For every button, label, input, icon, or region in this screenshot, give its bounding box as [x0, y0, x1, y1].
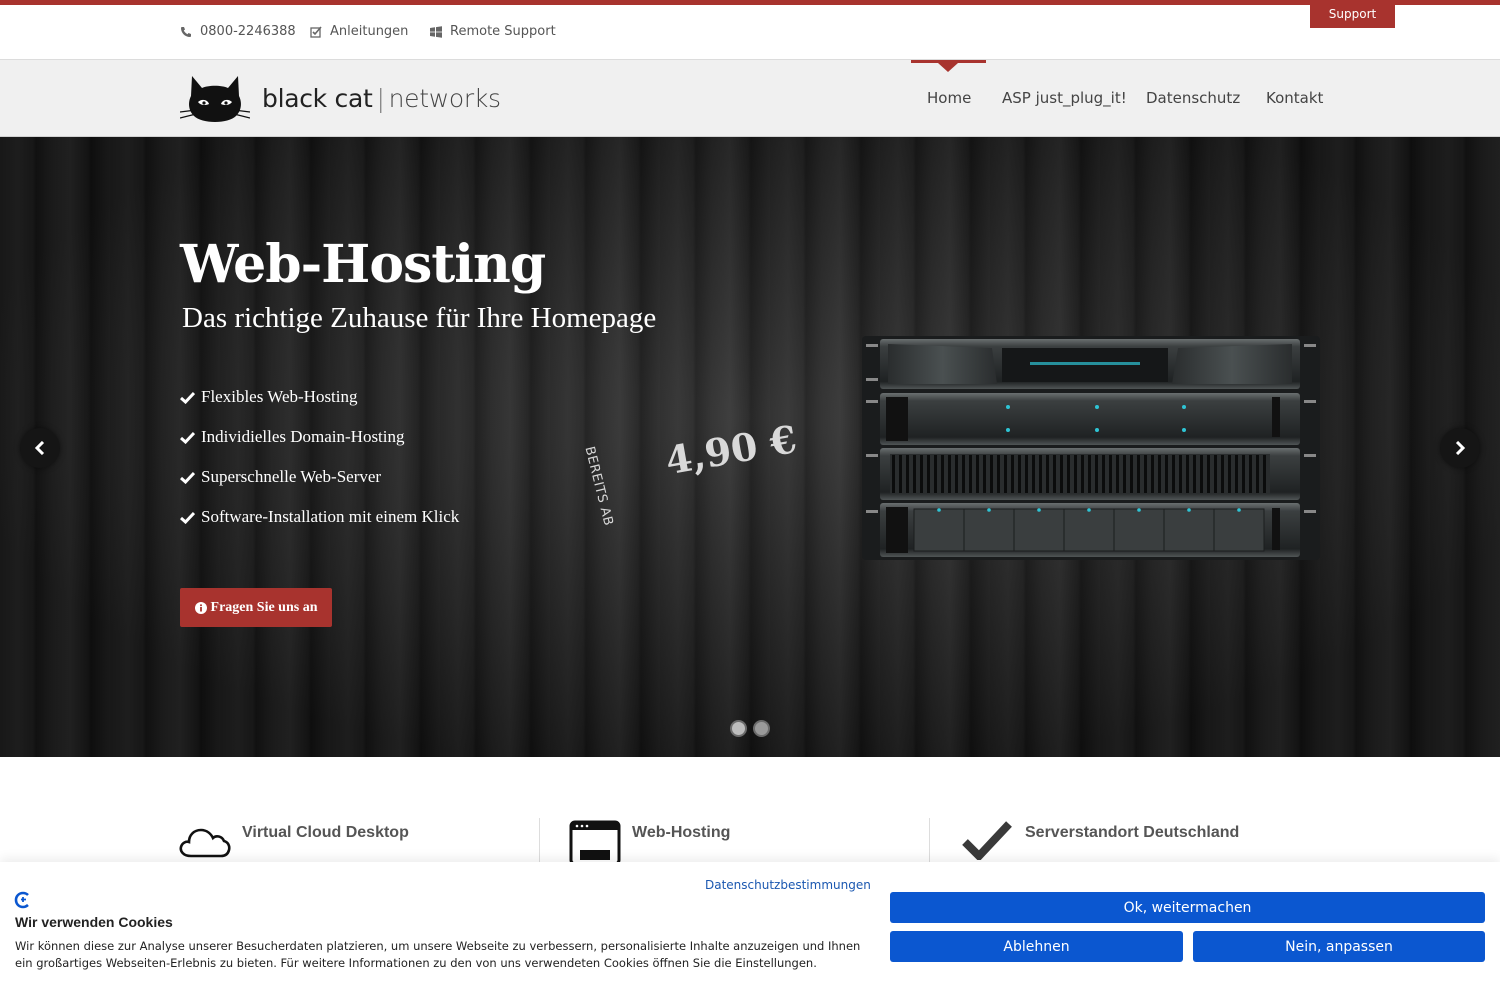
brand-separator: | [376, 83, 385, 113]
browser-window-icon [569, 820, 621, 864]
hero-feature-label: Superschnelle Web-Server [201, 467, 382, 486]
nav-item-asp[interactable]: ASP just_plug_it! [1002, 89, 1127, 107]
price-prefix: BEREITS AB [581, 445, 616, 528]
feature-title-location[interactable]: Serverstandort Deutschland [1025, 824, 1239, 842]
nav-item-kontakt[interactable]: Kontakt [1266, 89, 1323, 107]
phone-number: 0800-2246388 [200, 24, 296, 39]
cookie-decline-button[interactable]: Ablehnen [890, 931, 1183, 962]
cookie-description: Wir können diese zur Analyse unserer Bes… [15, 939, 861, 970]
ask-us-button[interactable]: Fragen Sie uns an [180, 588, 332, 627]
top-bar: 0800-2246388 Anleitungen Remote Support … [0, 5, 1500, 59]
chevron-left-icon [34, 441, 45, 455]
cookie-banner: Datenschutzbestimmungen Wir verwenden Co… [0, 862, 1500, 1000]
phone-icon [181, 26, 191, 37]
cookie-accept-button[interactable]: Ok, weitermachen [890, 892, 1485, 923]
check-icon [180, 471, 195, 484]
cookie-title: Wir verwenden Cookies [15, 914, 173, 930]
hero-feature: Individielles Domain-Hosting [180, 427, 405, 447]
nav-item-datenschutz[interactable]: Datenschutz [1146, 89, 1240, 107]
remote-support-label: Remote Support [450, 24, 556, 39]
hero-feature: Flexibles Web-Hosting [180, 387, 358, 407]
server-rack-image [862, 336, 1320, 560]
slider-prev-button[interactable] [20, 428, 60, 468]
brand-name: black cat | networks [262, 84, 501, 113]
brand-main: black cat [262, 83, 373, 113]
brand-sub: networks [388, 83, 501, 113]
hero-feature-label: Software-Installation mit einem Klick [201, 507, 460, 526]
cloud-icon [179, 828, 231, 858]
check-icon [180, 391, 195, 404]
hero-feature: Software-Installation mit einem Klick [180, 507, 459, 527]
column-divider [539, 818, 540, 868]
hero-feature: Superschnelle Web-Server [180, 467, 381, 487]
chevron-right-icon [1455, 441, 1466, 455]
hero-title: Web-Hosting [180, 234, 546, 295]
cookie-customize-button[interactable]: Nein, anpassen [1193, 931, 1485, 962]
hero-subtitle: Das richtige Zuhause für Ihre Homepage [182, 302, 657, 334]
support-button[interactable]: Support [1310, 5, 1395, 28]
cookie-consent-logo-icon [14, 891, 29, 909]
nav-item-home[interactable]: Home [927, 89, 971, 107]
info-icon [194, 601, 207, 614]
windows-icon [430, 25, 442, 38]
ask-us-label: Fragen Sie uns an [210, 599, 318, 615]
checkmark-icon [962, 821, 1012, 860]
feature-title-webhosting[interactable]: Web-Hosting [632, 824, 730, 842]
slider-dot-1[interactable] [730, 720, 747, 737]
guides-label: Anleitungen [330, 24, 409, 39]
column-divider [929, 818, 930, 868]
feature-title-cloud[interactable]: Virtual Cloud Desktop [242, 824, 409, 842]
check-icon [180, 431, 195, 444]
edit-check-icon [310, 25, 322, 38]
cat-logo-icon [180, 76, 250, 122]
main-navigation: black cat | networks Home ASP just_plug_it… [0, 59, 1500, 137]
remote-support-link[interactable]: Remote Support [430, 24, 556, 39]
price-value: 4,90 € [662, 416, 801, 484]
privacy-policy-link[interactable]: Datenschutzbestimmungen [705, 878, 871, 892]
slider-next-button[interactable] [1440, 428, 1480, 468]
logo[interactable]: black cat | networks [180, 72, 501, 124]
slider-dot-2[interactable] [753, 720, 770, 737]
hero-slider: Web-Hosting Das richtige Zuhause für Ihr… [0, 137, 1500, 757]
guides-link[interactable]: Anleitungen [310, 24, 408, 39]
hero-feature-label: Individielles Domain-Hosting [201, 427, 405, 446]
check-icon [180, 511, 195, 524]
hero-feature-label: Flexibles Web-Hosting [201, 387, 358, 406]
phone-link[interactable]: 0800-2246388 [180, 24, 296, 39]
nav-active-arrow [938, 63, 958, 72]
